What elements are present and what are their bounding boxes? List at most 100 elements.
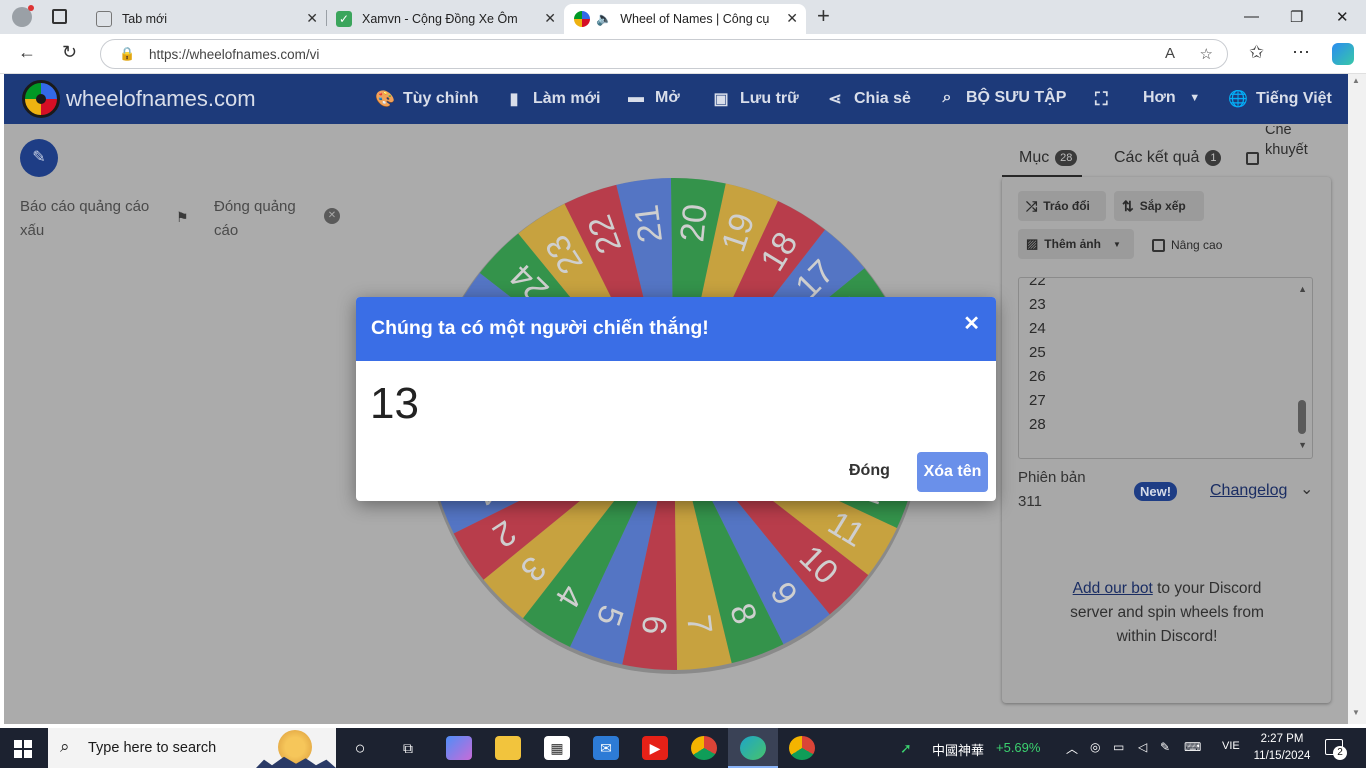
search-icon: ⌕ (60, 737, 70, 756)
tab-new-tab[interactable]: Tab mới ✕ (86, 4, 326, 34)
version-number: 311 (1018, 493, 1042, 510)
menu-save[interactable]: ▣ Lưu trữ (712, 89, 798, 109)
mail-icon[interactable]: ✉ (593, 736, 619, 760)
checkbox-icon[interactable] (1152, 238, 1165, 252)
checkbox-icon[interactable] (1246, 152, 1259, 165)
edit-pencil-button[interactable]: ✎ (20, 139, 58, 177)
changelog-link[interactable]: Changelog (1210, 482, 1287, 500)
tab-results[interactable]: Các kết quả 1 (1114, 149, 1222, 167)
favorites-icon[interactable]: ✩ (1249, 42, 1264, 63)
lock-icon[interactable]: 🔒 (119, 46, 135, 62)
sort-button[interactable]: ⇅ Sắp xếp (1114, 191, 1204, 221)
flag-icon[interactable]: ⚑ (176, 209, 189, 226)
copilot-app-icon[interactable] (446, 736, 472, 760)
chevron-down-icon[interactable]: ⌄ (1300, 479, 1313, 499)
volume-icon[interactable]: ◁ (1138, 740, 1147, 754)
chrome-icon[interactable] (691, 736, 717, 760)
add-image-button[interactable]: ▨ Thêm ảnh ▼ (1018, 229, 1134, 259)
advanced-checkbox[interactable]: Nâng cao (1152, 238, 1222, 252)
list-scrollbar[interactable] (1298, 400, 1306, 434)
tab-actions-icon[interactable] (52, 9, 67, 24)
language-indicator[interactable]: VIE (1222, 740, 1240, 752)
edge-icon[interactable] (740, 736, 766, 760)
close-tab-icon[interactable]: ✕ (544, 10, 556, 27)
scroll-up-icon[interactable]: ▲ (1298, 284, 1307, 294)
time: 2:27 PM (1260, 733, 1304, 745)
menu-share[interactable]: ⋖ Chia sẻ (826, 89, 911, 109)
youtube-icon[interactable]: ▶ (642, 736, 668, 760)
shuffle-icon: ⤮ (1026, 197, 1038, 214)
menu-new[interactable]: ▮ Làm mới (505, 89, 601, 109)
restore-icon[interactable]: ❐ (1290, 8, 1303, 26)
show-hidden-icon[interactable]: ︿ (1066, 740, 1078, 757)
add-bot-link[interactable]: Add our bot (1073, 580, 1153, 597)
taskbar-search[interactable]: ⌕ Type here to search (48, 728, 336, 768)
cortana-icon[interactable]: ○ (347, 736, 373, 760)
scroll-down-icon[interactable]: ▼ (1298, 440, 1307, 450)
menu-label: Mở (655, 89, 680, 106)
clock[interactable]: 2:27 PM 11/15/2024 (1252, 731, 1312, 765)
hide-label-top: Che (1265, 126, 1292, 138)
dialog-header: Chúng ta có một người chiến thắng! ✕ (356, 297, 996, 361)
close-icon[interactable]: ✕ (963, 311, 980, 336)
entries-textbox[interactable]: 22 23 24 25 26 27 28 ▲ ▼ (1018, 277, 1313, 459)
stock-name[interactable]: 中國神華 (932, 740, 984, 759)
more-menu-icon[interactable]: ⋯ (1292, 42, 1310, 63)
menu-more[interactable]: Hơn ▼ (1143, 89, 1204, 107)
copilot-icon[interactable] (1332, 43, 1354, 65)
speaker-icon[interactable]: 🔈 (596, 11, 612, 27)
stock-change[interactable]: +5.69% (996, 740, 1040, 755)
chevron-down-icon: ▼ (1189, 92, 1201, 104)
hide-checkbox[interactable]: Che khuyết (1246, 126, 1326, 176)
meet-icon[interactable]: ◎ (1090, 740, 1100, 754)
windows-start-icon[interactable] (14, 740, 32, 758)
winner-dialog: Chúng ta có một người chiến thắng! ✕ 13 … (356, 297, 996, 501)
url-field[interactable]: 🔒 https://wheelofnames.com/vi A ☆ (100, 39, 1228, 69)
network-icon[interactable]: ▭ (1113, 740, 1124, 754)
menu-gallery[interactable]: ⌕ BỘ SƯU TẬP (938, 89, 1067, 107)
menu-open[interactable]: ▬ Mở (627, 89, 680, 107)
new-tab-button[interactable]: + (817, 3, 830, 29)
chrome-profile-icon[interactable] (789, 736, 815, 760)
store-icon[interactable]: ▦ (544, 736, 570, 760)
minimize-icon[interactable]: — (1244, 8, 1259, 25)
close-tab-icon[interactable]: ✕ (306, 10, 318, 27)
entries-panel: ⤮ Tráo đổi ⇅ Sắp xếp ▨ Thêm ảnh ▼ Nâng cao 2… (1002, 177, 1331, 703)
reload-icon[interactable]: ↻ (62, 42, 77, 63)
tab-entries[interactable]: Mục 28 (1019, 149, 1078, 167)
close-window-icon[interactable]: ✕ (1336, 8, 1349, 26)
back-arrow-icon[interactable]: ← (18, 42, 36, 63)
stock-trend-icon: ➚ (900, 740, 912, 756)
read-aloud-icon[interactable]: A (1165, 45, 1175, 62)
menu-language[interactable]: 🌐 Tiếng Việt (1228, 89, 1332, 109)
shuffle-button[interactable]: ⤮ Tráo đổi (1018, 191, 1106, 221)
favorite-star-icon[interactable]: ☆ (1200, 45, 1213, 63)
new-badge: New! (1134, 482, 1178, 501)
scroll-down-icon[interactable]: ▼ (1352, 708, 1360, 717)
version-label: Phiên bản (1018, 469, 1086, 486)
tab-xamvn[interactable]: ✓ Xamvn - Cộng Đồng Xe Ôm ✕ (326, 4, 564, 34)
file-explorer-icon[interactable] (495, 736, 521, 760)
tab-wheel-of-names[interactable]: 🔈 Wheel of Names | Công cụ c ✕ (564, 4, 806, 34)
globe-icon: 🌐 (1228, 91, 1248, 108)
wheel-logo-icon[interactable] (22, 80, 60, 118)
discord-promo: Add our bot to your Discord server and s… (1042, 577, 1292, 649)
fullscreen-icon[interactable]: ⛶ (1095, 89, 1108, 110)
list-item: 24 (1029, 320, 1046, 337)
scroll-up-icon[interactable]: ▲ (1352, 76, 1360, 85)
close-ad-link[interactable]: Đóng quảng cáo (214, 195, 319, 243)
pen-icon[interactable]: ✎ (1160, 740, 1170, 754)
close-circle-icon[interactable]: ✕ (324, 208, 340, 224)
close-button[interactable]: Đóng (849, 462, 890, 480)
brand-name[interactable]: wheelofnames.com (66, 86, 256, 112)
task-view-icon[interactable]: ⧉ (395, 736, 421, 760)
close-tab-icon[interactable]: ✕ (786, 10, 798, 27)
report-ad-link[interactable]: Báo cáo quảng cáo xấu (20, 195, 172, 243)
list-item: 23 (1029, 296, 1046, 313)
page-scrollbar[interactable]: ▲ ▼ (1348, 74, 1366, 724)
notification-dot (28, 5, 34, 11)
keyboard-icon[interactable]: ⌨ (1184, 740, 1201, 754)
entries-count-badge: 28 (1055, 150, 1078, 166)
menu-customize[interactable]: 🎨 Tùy chỉnh (375, 89, 479, 109)
remove-button[interactable]: Xóa tên (917, 452, 988, 492)
